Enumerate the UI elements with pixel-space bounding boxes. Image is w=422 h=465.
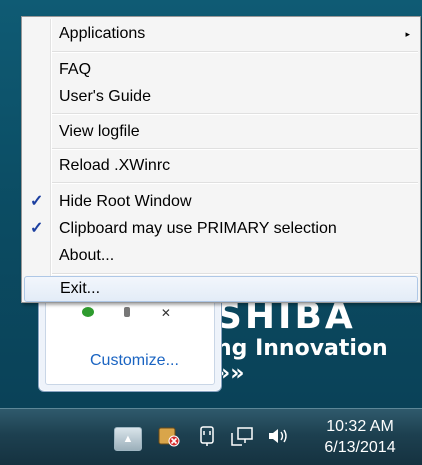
menu-separator xyxy=(52,182,418,184)
menu-separator xyxy=(52,148,418,150)
network-glyph xyxy=(231,427,253,446)
menu-item-exit[interactable]: Exit... xyxy=(24,276,418,302)
checkmark-icon: ✓ xyxy=(30,193,44,210)
menu-item-clipboard-primary[interactable]: ✓ Clipboard may use PRIMARY selection xyxy=(24,217,418,241)
network-icon[interactable] xyxy=(230,425,253,449)
menu-item-label: About... xyxy=(59,247,115,264)
menu-item-label: Reload .XWinrc xyxy=(59,157,171,174)
usb-icon[interactable] xyxy=(124,307,131,317)
checkmark-icon: ✓ xyxy=(30,220,44,237)
menu-item-label: Applications xyxy=(59,25,146,42)
menu-item-label: Hide Root Window xyxy=(59,193,192,210)
menu-item-view-logfile[interactable]: View logfile xyxy=(24,120,418,144)
menu-item-label: View logfile xyxy=(59,123,140,140)
menu-item-about[interactable]: About... xyxy=(24,244,418,268)
menu-separator xyxy=(52,273,418,275)
menu-item-faq[interactable]: FAQ xyxy=(24,58,418,82)
menu-separator xyxy=(52,113,418,115)
xwin-server-icon[interactable] xyxy=(158,425,180,449)
menu-item-label: Exit... xyxy=(60,280,101,297)
menu-item-applications[interactable]: Applications ▸ xyxy=(24,22,418,46)
menu-item-label: Clipboard may use PRIMARY selection xyxy=(59,220,337,237)
clock-date: 6/13/2014 xyxy=(324,439,396,456)
brand-tagline: ng Innovation »» xyxy=(216,336,388,386)
menu-item-label: User's Guide xyxy=(59,88,151,105)
xwin-server-glyph xyxy=(158,427,180,447)
volume-glyph xyxy=(269,429,287,443)
check-status-icon[interactable] xyxy=(82,307,94,317)
menu-item-reload-xwinrc[interactable]: Reload .XWinrc xyxy=(24,154,418,178)
show-hidden-icons-button[interactable]: ▲ xyxy=(114,427,142,451)
customize-link[interactable]: Customize... xyxy=(90,352,179,370)
system-clock[interactable]: 10:32 AM 6/13/2014 xyxy=(298,417,422,459)
menu-item-label: FAQ xyxy=(59,61,92,78)
chevron-up-icon: ▲ xyxy=(122,433,134,445)
power-plug-icon[interactable] xyxy=(196,425,218,449)
tools-icon[interactable]: ✕ xyxy=(161,306,171,320)
clock-time: 10:32 AM xyxy=(326,418,394,435)
xwin-context-menu: Applications ▸ FAQ User's Guide View log… xyxy=(21,16,421,303)
taskbar: ▲ 10:32 AM 6/13/2014 xyxy=(0,408,422,465)
volume-icon[interactable] xyxy=(266,425,288,449)
power-plug-glyph xyxy=(200,426,214,446)
hidden-tray-icons: ✕ xyxy=(82,304,197,322)
menu-item-hide-root-window[interactable]: ✓ Hide Root Window xyxy=(24,190,418,214)
menu-item-users-guide[interactable]: User's Guide xyxy=(24,85,418,109)
menu-separator xyxy=(52,51,418,53)
submenu-arrow-icon: ▸ xyxy=(405,29,410,39)
